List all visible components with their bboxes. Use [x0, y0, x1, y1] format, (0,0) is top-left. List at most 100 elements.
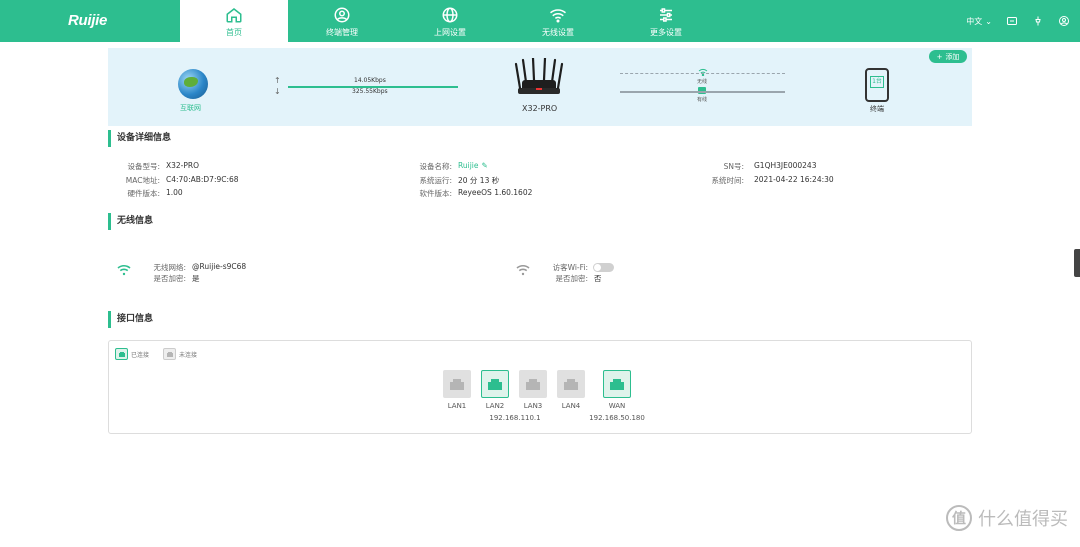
- device-info-title: 设备详细信息: [108, 130, 171, 147]
- encryption-key: 是否加密:: [153, 274, 186, 283]
- globe-icon: [442, 7, 458, 23]
- mac-value: C4:70:AB:D7:9C:68: [166, 175, 239, 184]
- chevron-down-icon: ⌄: [985, 16, 992, 26]
- device-name-row: 设备名称: Ruijie ✎: [404, 161, 488, 172]
- legend-disconnected: 未连接: [163, 348, 197, 360]
- home-icon: [226, 8, 242, 23]
- guest-encryption-value: 否: [594, 274, 602, 283]
- top-navbar: Ruijie 首页 终端管理 上网设置 无线设置 更多设置 中文 ⌄: [0, 0, 1080, 42]
- add-button[interactable]: + 添加: [929, 50, 967, 63]
- main-nav: 首页 终端管理 上网设置 无线设置 更多设置: [180, 0, 720, 42]
- port-lan2[interactable]: [481, 370, 509, 398]
- hw-key: 硬件版本:: [127, 189, 160, 198]
- terminal-device-icon[interactable]: 1台: [865, 68, 889, 102]
- user-circle-icon: [334, 7, 350, 23]
- wireless-link-icon: [698, 69, 708, 76]
- port-name: WAN: [608, 402, 626, 410]
- sw-row: 软件版本: ReyeeOS 1.60.1602: [404, 188, 532, 199]
- nav-label: 无线设置: [542, 28, 574, 37]
- user-icon[interactable]: [1058, 15, 1070, 27]
- model-row: 设备型号: X32-PRO: [112, 161, 199, 172]
- nav-label: 更多设置: [650, 28, 682, 37]
- port-lan1[interactable]: [443, 370, 471, 398]
- systime-key: 系统时间:: [711, 176, 744, 185]
- hw-value: 1.00: [166, 188, 183, 197]
- wireless-link-line: [620, 73, 785, 74]
- nav-label: 终端管理: [326, 28, 358, 37]
- ethernet-port-icon: [450, 379, 464, 390]
- upload-speed: 14.05Kbps: [354, 77, 386, 84]
- device-name-value[interactable]: Ruijie: [458, 161, 479, 172]
- nav-more-settings[interactable]: 更多设置: [612, 0, 720, 42]
- sw-key: 软件版本:: [419, 189, 452, 198]
- sliders-icon: [660, 8, 672, 22]
- systime-value: 2021-04-22 16:24:30: [754, 175, 834, 184]
- uptime-key: 系统运行:: [419, 176, 452, 185]
- guest-wifi-row: 访客Wi-Fi:: [548, 262, 614, 273]
- side-drawer-handle[interactable]: [1074, 249, 1080, 277]
- ethernet-port-icon: [526, 379, 540, 390]
- nav-wireless-settings[interactable]: 无线设置: [504, 0, 612, 42]
- guest-wifi-toggle[interactable]: [593, 263, 614, 272]
- internet-globe-icon[interactable]: [178, 69, 208, 99]
- mac-key: MAC地址:: [125, 176, 160, 185]
- ethernet-port-icon: [564, 379, 578, 390]
- legend-disconnected-label: 未连接: [179, 351, 198, 359]
- wired-link-line: [620, 91, 785, 93]
- port-ip: 192.168.110.1: [489, 414, 541, 422]
- ethernet-port-icon: [488, 379, 502, 390]
- device-name-key: 设备名称:: [419, 162, 452, 171]
- guest-wifi-icon: [516, 264, 530, 276]
- network-topology: 互联网 ↑ ↓ 14.05Kbps 325.55Kbps X32-PRO 无线 有…: [108, 48, 972, 126]
- ssid-key: 无线网络:: [153, 263, 186, 272]
- ssid-value: @Ruijie-s9C68: [192, 262, 247, 271]
- language-label: 中文: [966, 16, 983, 26]
- sw-value: ReyeeOS 1.60.1602: [458, 188, 533, 197]
- add-button-label: 添加: [945, 52, 960, 61]
- watermark-text: 什么值得买: [978, 509, 1068, 530]
- port-lan4[interactable]: [557, 370, 585, 398]
- internet-label: 互联网: [180, 104, 201, 112]
- language-select[interactable]: 中文 ⌄: [966, 16, 992, 27]
- nav-home[interactable]: 首页: [180, 0, 288, 42]
- guest-encryption-row: 是否加密: 否: [548, 273, 602, 284]
- ssid-row: 无线网络: @Ruijie-s9C68: [150, 262, 246, 273]
- ruijie-logo[interactable]: Ruijie: [68, 12, 107, 29]
- plus-icon: +: [936, 52, 943, 61]
- port-wan[interactable]: [603, 370, 631, 398]
- sn-value: G1QH3JE000243: [754, 161, 817, 170]
- guest-wifi-key: 访客Wi-Fi:: [552, 263, 588, 272]
- port-lan3[interactable]: [519, 370, 547, 398]
- hw-row: 硬件版本: 1.00: [112, 188, 183, 199]
- nav-terminal-management[interactable]: 终端管理: [288, 0, 396, 42]
- updown-arrows-icon: ↑ ↓: [274, 76, 281, 96]
- nav-internet-settings[interactable]: 上网设置: [396, 0, 504, 42]
- guest-encryption-key: 是否加密:: [555, 274, 588, 283]
- header-actions: 中文 ⌄: [966, 0, 1070, 42]
- mac-row: MAC地址: C4:70:AB:D7:9C:68: [112, 175, 239, 186]
- wifi-icon: [550, 9, 566, 23]
- uptime-value: 20 分 13 秒: [458, 176, 500, 185]
- sn-row: SN号: G1QH3JE000243: [696, 161, 817, 172]
- encryption-row: 是否加密: 是: [150, 273, 200, 284]
- terminal-label: 终端: [870, 105, 884, 113]
- router-icon[interactable]: [514, 58, 564, 100]
- encryption-value: 是: [192, 274, 200, 283]
- download-speed: 325.55Kbps: [352, 88, 388, 95]
- wired-label: 有线: [697, 97, 708, 103]
- sn-key: SN号:: [723, 162, 744, 171]
- systime-row: 系统时间: 2021-04-22 16:24:30: [696, 175, 834, 186]
- tools-icon[interactable]: [1032, 15, 1044, 27]
- nav-label: 首页: [226, 28, 242, 37]
- port-ip: 192.168.50.180: [589, 414, 645, 422]
- edit-icon[interactable]: ✎: [482, 161, 488, 172]
- screen-icon[interactable]: [1006, 15, 1018, 27]
- model-value: X32-PRO: [166, 161, 200, 170]
- wireless-info-title: 无线信息: [108, 213, 153, 230]
- model-key: 设备型号:: [127, 162, 160, 171]
- legend-connected: 已连接: [115, 348, 149, 360]
- wireless-label: 无线: [697, 79, 708, 85]
- router-label: X32-PRO: [522, 104, 558, 113]
- nav-label: 上网设置: [434, 28, 466, 37]
- watermark: 值 什么值得买: [946, 505, 1068, 531]
